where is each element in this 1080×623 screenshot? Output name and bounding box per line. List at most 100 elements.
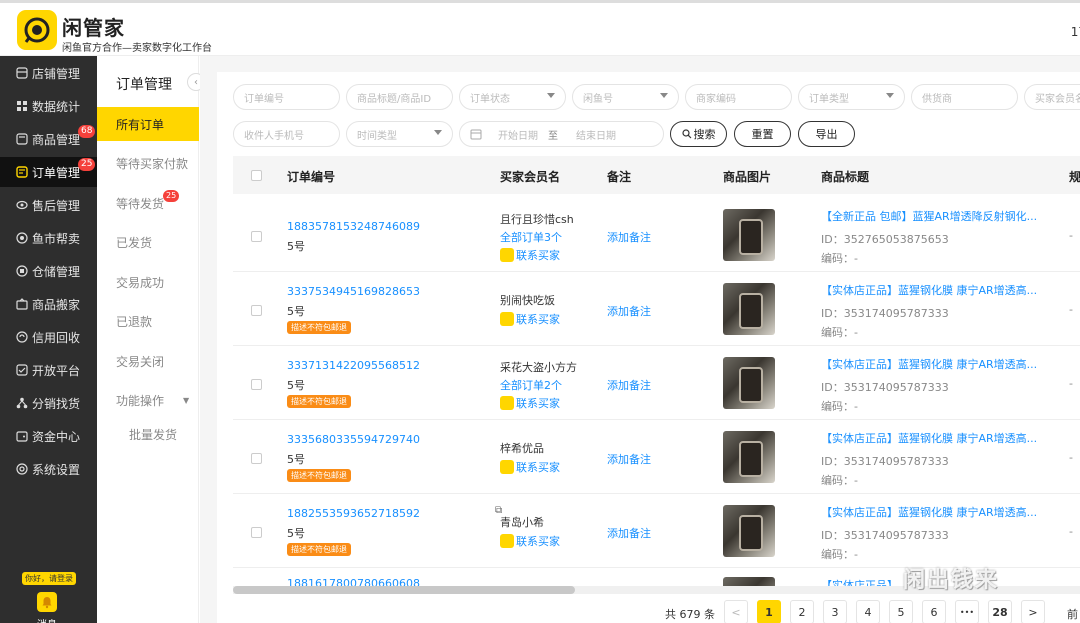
col-spec: 规 [1069, 170, 1080, 184]
submenu-item-all-orders[interactable]: 所有订单 [97, 107, 199, 141]
chevron-down-icon [547, 93, 555, 98]
product-title-link[interactable]: 【实体店正品】蓝猩钢化膜 康宁AR增透高... [821, 356, 1037, 372]
page-5-button[interactable]: 5 [889, 600, 913, 623]
submenu-item-refunded[interactable]: 已退款 [97, 304, 199, 338]
order-number-link[interactable]: 1881617800780660608 [287, 577, 420, 586]
sidebar-item-orders[interactable]: 订单管理 25 [0, 157, 97, 187]
product-image[interactable] [723, 577, 775, 586]
time-type-select[interactable]: 时间类型 [346, 121, 453, 147]
export-button[interactable]: 导出 [798, 121, 855, 147]
order-no-input[interactable]: 订单编号 [233, 84, 340, 110]
product-title-link[interactable]: 【实体店正品】蓝猩钢化膜 康宁AR增透高... [821, 282, 1037, 298]
contact-buyer-link[interactable]: 联系买家 [500, 311, 560, 327]
order-number-link[interactable]: 1882553593652718592 [287, 507, 420, 520]
sidebar-item-fishmarket[interactable]: 鱼市帮卖 [0, 223, 97, 253]
sidebar-item-store[interactable]: 店铺管理 [0, 58, 97, 88]
product-image[interactable] [723, 505, 775, 557]
product-title-link[interactable]: 【实体店正品】蓝猩钢化膜 康宁AR增透高... [821, 504, 1037, 520]
row-checkbox[interactable] [251, 231, 262, 242]
sidebar-item-settings[interactable]: 系统设置 [0, 454, 97, 484]
product-image[interactable] [723, 209, 775, 261]
network-icon [16, 397, 28, 409]
spec-value: - [1069, 525, 1073, 538]
sidebar-item-funds[interactable]: 资金中心 [0, 421, 97, 451]
xianyu-no-select[interactable]: 闲鱼号 [572, 84, 679, 110]
add-note-link[interactable]: 添加备注 [607, 451, 651, 467]
order-number-link[interactable]: 3337534945169828653 [287, 285, 420, 298]
add-note-link[interactable]: 添加备注 [607, 303, 651, 319]
chat-icon [500, 248, 514, 262]
main-sidebar: 店铺管理 数据统计 商品管理 68 订单管理 25 售后管理 鱼市帮卖 仓储管理 商… [0, 56, 97, 623]
product-title-link[interactable]: 【全新正品 包邮】蓝猩AR增透降反射钢化... [821, 208, 1037, 224]
page-28-button[interactable]: 28 [988, 600, 1012, 623]
contact-buyer-link[interactable]: 联系买家 [500, 459, 560, 475]
page-3-button[interactable]: 3 [823, 600, 847, 623]
bell-icon[interactable] [37, 592, 57, 612]
login-greeting[interactable]: 你好，请登录 [22, 572, 76, 585]
refund-policy-tag: 描述不符包邮退 [287, 543, 351, 556]
all-orders-link[interactable]: 全部订单2个 [500, 377, 562, 393]
product-image[interactable] [723, 357, 775, 409]
goto-page-label: 前往 [1067, 608, 1078, 621]
order-number-link[interactable]: 3337131422095568512 [287, 359, 420, 372]
contact-buyer-link[interactable]: 联系买家 [500, 395, 560, 411]
merchant-code-input[interactable]: 商家编码 [685, 84, 792, 110]
search-button[interactable]: 搜索 [670, 121, 727, 147]
all-orders-link[interactable]: 全部订单3个 [500, 229, 562, 245]
add-note-link[interactable]: 添加备注 [607, 377, 651, 393]
sidebar-item-stats[interactable]: 数据统计 [0, 91, 97, 121]
submenu-item-awaiting-shipment[interactable]: 等待发货 25 [97, 186, 199, 220]
sidebar-item-products[interactable]: 商品管理 68 [0, 124, 97, 154]
submenu-item-awaiting-payment[interactable]: 等待买家付款 [97, 146, 199, 180]
supplier-input[interactable]: 供货商 [911, 84, 1018, 110]
select-all-checkbox[interactable] [251, 170, 262, 181]
order-status-select[interactable]: 订单状态 [459, 84, 566, 110]
receiver-phone-input[interactable]: 收件人手机号 [233, 121, 340, 147]
sidebar-item-credit[interactable]: 信用回收 [0, 322, 97, 352]
orders-badge: 25 [78, 158, 96, 171]
buyer-name-input[interactable]: 买家会员名 [1024, 84, 1080, 110]
order-number-link[interactable]: 1883578153248746089 [287, 220, 420, 233]
page-2-button[interactable]: 2 [790, 600, 814, 623]
page-ellipsis-button[interactable]: ••• [955, 600, 979, 623]
row-checkbox[interactable] [251, 305, 262, 316]
product-title-input[interactable]: 商品标题/商品ID [346, 84, 453, 110]
sidebar-item-platform[interactable]: 开放平台 [0, 355, 97, 385]
product-title-link[interactable]: 【实体店正品】蓝猩钢化膜 康宁AR增透高... [821, 430, 1037, 446]
product-image[interactable] [723, 431, 775, 483]
submenu-item-functions[interactable]: 功能操作 ▼ [97, 383, 199, 417]
submenu-item-completed[interactable]: 交易成功 [97, 265, 199, 299]
sidebar-item-aftersale[interactable]: 售后管理 [0, 190, 97, 220]
row-checkbox[interactable] [251, 453, 262, 464]
sidebar-item-move[interactable]: 商品搬家 [0, 289, 97, 319]
header-user-info[interactable]: 17 [1071, 25, 1080, 39]
page-4-button[interactable]: 4 [856, 600, 880, 623]
date-range-picker[interactable]: 开始日期 至 结束日期 [459, 121, 664, 147]
next-page-button[interactable]: > [1021, 600, 1045, 623]
row-checkbox[interactable] [251, 527, 262, 538]
reset-button[interactable]: 重置 [734, 121, 791, 147]
submenu-item-batch-ship[interactable]: 批量发货 [97, 417, 199, 451]
sidebar-item-distribution[interactable]: 分销找货 [0, 388, 97, 418]
scrollbar-thumb[interactable] [233, 586, 575, 594]
add-note-link[interactable]: 添加备注 [607, 525, 651, 541]
sidebar-item-warehouse[interactable]: 仓储管理 [0, 256, 97, 286]
submenu-item-closed[interactable]: 交易关闭 [97, 344, 199, 378]
contact-buyer-link[interactable]: 联系买家 [500, 533, 560, 549]
message-label[interactable]: 消息 [37, 616, 57, 623]
add-note-link[interactable]: 添加备注 [607, 229, 651, 245]
order-number-link[interactable]: 3335680335594729740 [287, 433, 420, 446]
wallet-icon [16, 431, 28, 442]
product-title-link[interactable]: 【实体店正品】 [821, 577, 898, 586]
submenu-item-shipped[interactable]: 已发货 [97, 225, 199, 259]
prev-page-button[interactable]: < [724, 600, 748, 623]
product-code: 编码：- [821, 548, 858, 561]
buyer-name: 别闹快吃饭 [500, 294, 555, 307]
page-6-button[interactable]: 6 [922, 600, 946, 623]
product-image[interactable] [723, 283, 775, 335]
row-checkbox[interactable] [251, 379, 262, 390]
contact-buyer-link[interactable]: 联系买家 [500, 247, 560, 263]
page-1-button[interactable]: 1 [757, 600, 781, 623]
table-row: 3335680335594729740 5号 描述不符包邮退 梓希优品 联系买家… [233, 420, 1080, 494]
order-type-select[interactable]: 订单类型 [798, 84, 905, 110]
